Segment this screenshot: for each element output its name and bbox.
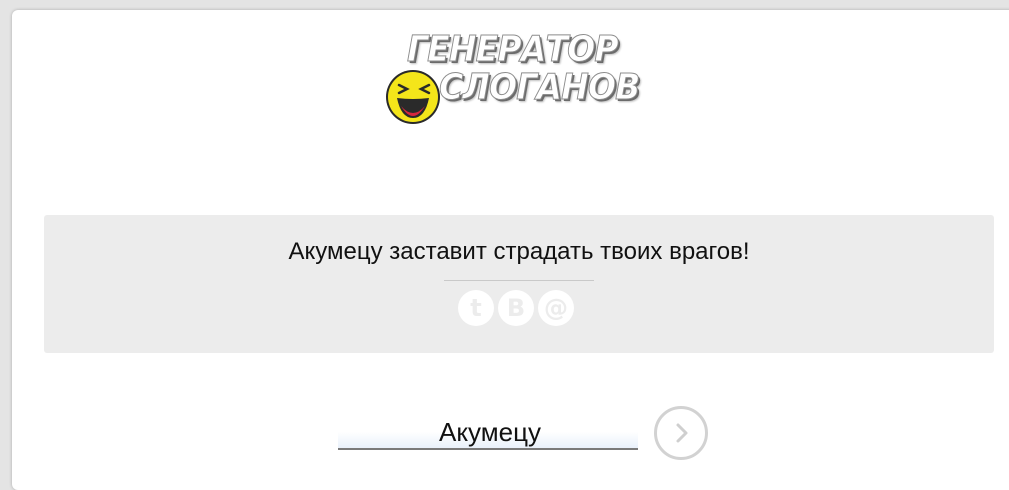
- name-input-wrapper: [338, 412, 642, 450]
- slogan-box: Акумецу заставит страдать твоих врагов! …: [44, 215, 994, 353]
- chevron-right-icon: [676, 423, 688, 443]
- logo-title-line-1: ГЕНЕРАТОР: [407, 29, 620, 70]
- vkontakte-icon[interactable]: B: [498, 290, 534, 326]
- email-glyph: @: [544, 294, 568, 322]
- site-logo[interactable]: ГЕНЕРАТОР СЛОГАНОВ: [385, 30, 675, 126]
- slogan-text: Акумецу заставит страдать твоих врагов!: [288, 238, 750, 265]
- logo-title-line-2: СЛОГАНОВ: [439, 67, 641, 108]
- share-buttons: t B @: [458, 290, 574, 328]
- email-icon[interactable]: @: [538, 290, 574, 326]
- twitter-icon[interactable]: t: [458, 290, 494, 326]
- generate-button[interactable]: [654, 406, 708, 460]
- vkontakte-glyph: B: [506, 294, 526, 322]
- twitter-glyph: t: [470, 294, 482, 322]
- name-input[interactable]: [338, 416, 642, 448]
- divider: [444, 280, 594, 281]
